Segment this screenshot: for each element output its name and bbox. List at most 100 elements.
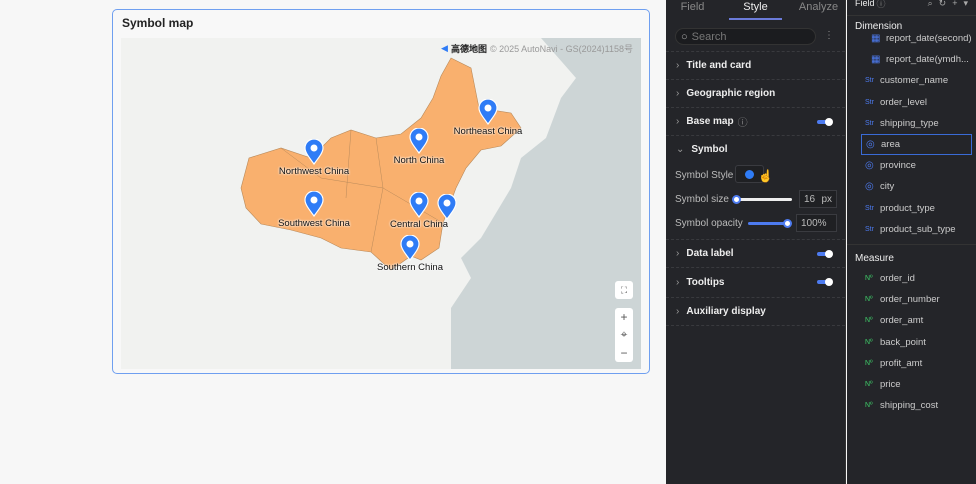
map-point-label: Central China (389, 219, 449, 230)
number-type-icon: Nº (865, 338, 873, 346)
section-label: Base map (686, 116, 734, 127)
symbol-map-card[interactable]: Symbol map ◀ 高德地图 © 2025 AutoNavi - GS(2… (112, 9, 650, 374)
map-canvas[interactable]: ◀ 高德地图 © 2025 AutoNavi - GS(2024)1158号 N… (121, 38, 641, 369)
measure-field-order_number[interactable]: Nº order_number (847, 289, 976, 310)
string-type-icon: Str (865, 204, 874, 212)
dimension-field-order_level[interactable]: Str order_level (847, 92, 976, 113)
dimension-field-product_type[interactable]: Str product_type (847, 198, 976, 219)
tab-field[interactable]: Field (666, 0, 719, 20)
chevron-right-icon: › (676, 306, 680, 317)
symbol-opacity-input[interactable]: 100% (796, 214, 837, 232)
tooltips-toggle[interactable] (817, 278, 833, 286)
symbol-size-value: 16 (804, 193, 816, 205)
measure-header: Measure (855, 252, 894, 264)
location-pin-icon[interactable] (304, 138, 324, 166)
style-panel: Field Style Analyze ○ Search ⋮ › Title and… (666, 0, 846, 484)
search-icon[interactable]: ⌕ (928, 0, 933, 9)
map-point-label: North China (393, 155, 445, 166)
base-map-toggle[interactable] (817, 118, 833, 126)
dimension-field-customer_name[interactable]: Str customer_name (847, 70, 976, 91)
field-label: product_type (880, 202, 935, 214)
search-input[interactable]: ○ Search (675, 28, 816, 45)
refresh-icon[interactable]: ↻ (939, 0, 947, 9)
number-type-icon: Nº (865, 380, 873, 388)
map-point-label: Southern China (376, 262, 444, 273)
field-label: city (880, 181, 895, 193)
cursor-hand-icon: ☝ (758, 169, 773, 183)
amap-logo-icon: ◀ (441, 43, 448, 53)
symbol-opacity-slider[interactable] (748, 219, 792, 228)
dimension-field-province[interactable]: ◎ province (847, 155, 976, 176)
dimension-field-shipping_type[interactable]: Str shipping_type (847, 113, 976, 134)
dropdown-icon[interactable]: ▾ (963, 0, 968, 9)
field-label: product_sub_type (880, 223, 956, 235)
symbol-opacity-label: Symbol opacity (675, 217, 743, 229)
field-label: order_level (880, 96, 927, 108)
measure-field-order_amt[interactable]: Nº order_amt (847, 310, 976, 331)
info-icon: ⓘ (737, 118, 748, 129)
data-label-toggle[interactable] (817, 250, 833, 258)
measure-field-order_id[interactable]: Nº order_id (847, 268, 976, 289)
section-label: Tooltips (686, 277, 725, 288)
map-point-label: Northwest China (278, 166, 350, 177)
map-point-label: Northeast China (453, 126, 523, 137)
symbol-size-unit: px (821, 193, 832, 205)
section-geographic-region[interactable]: › Geographic region (666, 79, 845, 107)
add-icon[interactable]: + (952, 0, 957, 9)
card-title: Symbol map (122, 16, 194, 30)
locate-button[interactable]: ⌖ (621, 327, 628, 342)
measure-field-back_point[interactable]: Nº back_point (847, 331, 976, 352)
tab-style[interactable]: Style (729, 0, 782, 20)
section-title-and-card[interactable]: › Title and card (666, 51, 845, 79)
map-attribution: ◀ 高德地图 © 2025 AutoNavi - GS(2024)1158号 (441, 42, 633, 55)
symbol-size-input[interactable]: 16 px (799, 190, 837, 208)
section-data-label[interactable]: › Data label (666, 239, 845, 267)
field-label: customer_name (880, 75, 949, 87)
location-pin-icon[interactable] (400, 234, 420, 262)
section-base-map[interactable]: › Base map ⓘ (666, 107, 845, 135)
geo-type-icon: ◎ (865, 181, 874, 193)
number-type-icon: Nº (865, 402, 873, 410)
dimension-field-area[interactable]: ◎ area (861, 133, 972, 156)
measure-field-shipping_cost[interactable]: Nº shipping_cost (847, 395, 976, 416)
dimension-field-product_sub_type[interactable]: Str product_sub_type (847, 219, 976, 240)
search-icon: ○ (681, 30, 688, 43)
location-pin-icon[interactable] (304, 190, 324, 218)
section-auxiliary-display[interactable]: › Auxiliary display (666, 297, 845, 325)
field-panel: Field ⓘ ⌕ ↻ + ▾ Dimension ▦ report_date(secon… (847, 0, 976, 484)
location-pin-icon[interactable] (409, 127, 429, 155)
string-type-icon: Str (865, 98, 874, 106)
field-label: price (880, 378, 901, 390)
fullscreen-button[interactable]: ⛶ (615, 281, 633, 299)
chevron-right-icon: › (676, 277, 680, 288)
field-label: shipping_cost (880, 400, 939, 412)
location-pin-icon[interactable] (478, 98, 498, 126)
measure-field-price[interactable]: Nº price (847, 374, 976, 395)
section-symbol[interactable]: ⌄ Symbol (666, 135, 845, 163)
field-label: province (880, 160, 916, 172)
string-type-icon: Str (865, 77, 874, 85)
geo-type-icon: ◎ (866, 139, 875, 151)
field-label: shipping_type (880, 117, 939, 129)
chevron-right-icon: › (676, 116, 680, 127)
zoom-out-button[interactable]: − (620, 346, 627, 360)
tab-analyze[interactable]: Analyze (792, 0, 845, 20)
geo-type-icon: ◎ (865, 160, 874, 172)
dimension-field-report_dateymdh[interactable]: ▦ report_date(ymdh... (847, 49, 976, 70)
calendar-icon: ▦ (871, 33, 881, 45)
location-pin-icon[interactable] (409, 191, 429, 219)
calendar-icon: ▦ (871, 54, 881, 66)
field-label: order_amt (880, 315, 924, 327)
field-label: report_date(ymdh... (886, 54, 969, 66)
fullscreen-icon: ⛶ (620, 284, 628, 295)
dimension-field-city[interactable]: ◎ city (847, 176, 976, 197)
measure-field-profit_amt[interactable]: Nº profit_amt (847, 353, 976, 374)
more-options-icon[interactable]: ⋮ (824, 30, 834, 41)
zoom-in-button[interactable]: + (620, 310, 627, 324)
chevron-right-icon: › (676, 248, 680, 259)
section-tooltips[interactable]: › Tooltips (666, 267, 845, 297)
section-label: Symbol (691, 144, 728, 155)
search-placeholder: Search (691, 30, 727, 43)
location-pin-icon[interactable] (437, 193, 457, 221)
symbol-size-slider[interactable] (732, 195, 792, 204)
